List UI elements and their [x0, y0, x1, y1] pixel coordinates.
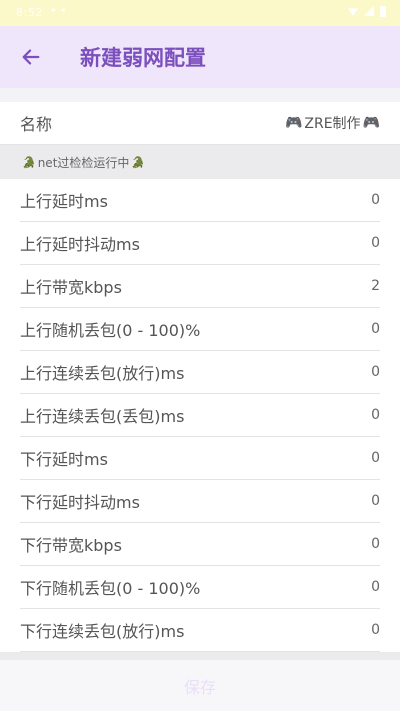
row-value: 0 — [371, 622, 380, 638]
list-item[interactable]: 下行连续丢包(放行)ms 0 — [20, 609, 380, 652]
row-label: 下行连续丢包(放行)ms — [20, 622, 185, 641]
name-row[interactable]: 名称 🎮 ZRE制作 🎮 — [0, 102, 400, 145]
list-item[interactable]: 下行随机丢包(0 - 100)% 0 — [20, 566, 380, 609]
row-label: 上行连续丢包(丢包)ms — [20, 407, 185, 426]
list-item[interactable]: 下行延时ms 0 — [20, 437, 380, 480]
section-title: net过检检运行中 — [37, 155, 130, 170]
animal-icon: 🐊 — [22, 155, 36, 169]
gamepad-icon: 🎮 — [284, 115, 303, 131]
list-item[interactable]: 下行延时抖动ms 0 — [20, 480, 380, 523]
status-notification-dots: • • — [50, 4, 67, 17]
row-value: 0 — [371, 235, 380, 251]
row-value: 0 — [371, 321, 380, 337]
row-label: 下行延时抖动ms — [20, 493, 140, 512]
row-value: 0 — [371, 450, 380, 466]
row-label: 上行带宽kbps — [20, 278, 122, 297]
list-item[interactable]: 上行连续丢包(丢包)ms 0 — [20, 394, 380, 437]
settings-list: 上行延时ms 0 上行延时抖动ms 0 上行带宽kbps 2 上行随机丢包(0 … — [0, 179, 400, 652]
signal-icon — [364, 6, 374, 16]
row-value: 0 — [371, 192, 380, 208]
gamepad-icon: 🎮 — [362, 115, 380, 131]
name-label: 名称 — [20, 115, 53, 134]
row-label: 下行延时ms — [20, 450, 108, 469]
row-value: 0 — [371, 579, 380, 595]
status-bar: 8:52 • • — [0, 0, 400, 26]
config-form: 名称 🎮 ZRE制作 🎮 🐊 net过检检运行中 🐊 上行延时ms 0 上行延时… — [0, 102, 400, 652]
battery-icon — [380, 6, 386, 17]
name-value-wrap: 🎮 ZRE制作 🎮 — [285, 113, 380, 133]
row-value: 0 — [371, 536, 380, 552]
list-item[interactable]: 上行延时ms 0 — [20, 179, 380, 222]
row-label: 下行随机丢包(0 - 100)% — [20, 579, 201, 598]
row-label: 下行带宽kbps — [20, 536, 122, 555]
list-item[interactable]: 上行连续丢包(放行)ms 0 — [20, 351, 380, 394]
status-time: 8:52 — [16, 6, 43, 19]
back-button[interactable] — [16, 42, 46, 72]
app-bar: 新建弱网配置 — [0, 26, 400, 88]
list-item[interactable]: 下行带宽kbps 0 — [20, 523, 380, 566]
row-value: 0 — [371, 493, 380, 509]
divider — [0, 652, 400, 660]
page-title: 新建弱网配置 — [80, 46, 206, 70]
list-item[interactable]: 上行带宽kbps 2 — [20, 265, 380, 308]
row-value: 2 — [371, 278, 380, 294]
row-label: 上行延时抖动ms — [20, 235, 140, 254]
wifi-icon — [348, 8, 358, 16]
list-item[interactable]: 上行随机丢包(0 - 100)% 0 — [20, 308, 380, 351]
section-header: 🐊 net过检检运行中 🐊 — [0, 145, 400, 179]
list-item[interactable]: 上行延时抖动ms 0 — [20, 222, 380, 265]
row-label: 上行延时ms — [20, 192, 108, 211]
row-value: 0 — [371, 364, 380, 380]
row-value: 0 — [371, 407, 380, 423]
animal-icon: 🐊 — [131, 155, 146, 169]
save-button[interactable]: 保存 — [0, 660, 400, 711]
row-label: 上行随机丢包(0 - 100)% — [20, 321, 201, 340]
status-icons — [348, 6, 386, 17]
row-label: 上行连续丢包(放行)ms — [20, 364, 185, 383]
arrow-left-icon — [22, 49, 40, 65]
name-value: ZRE制作 — [304, 116, 361, 132]
